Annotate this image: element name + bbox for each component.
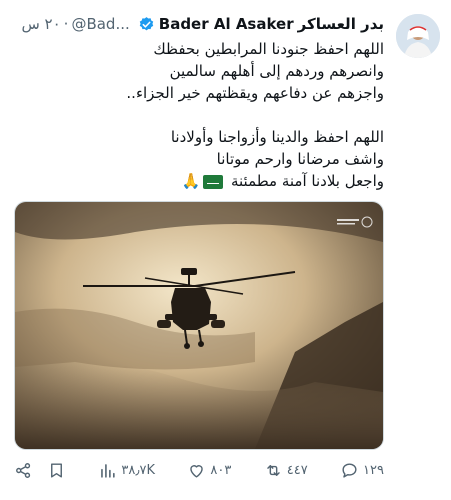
heart-icon [190,464,204,478]
saudi-flag-icon [203,174,224,189]
tweet-line: واشف مرضانا وارحم موتانا [216,150,384,168]
tweet-header: بدر العساكر Bader Al Asaker @Bad... · ٢٠… [21,13,384,35]
verified-badge-icon [138,16,155,33]
tweet-line-text: واجعل بلادنا آمنة مطمئنة [230,172,384,190]
tweet-text: اللهم احفظ جنودنا المرابطين بحفظك وانصره… [14,38,384,192]
like-count: ٨٠٣ [210,462,232,478]
author-name-arabic[interactable]: بدر العساكر [298,15,384,33]
author-handle[interactable]: @Bad... [71,15,129,33]
like-button[interactable]: ٨٠٣ [187,461,231,480]
views-button[interactable]: ٣٨٫٧K [98,461,155,480]
author-name-latin[interactable]: Bader Al Asaker [159,15,294,33]
tweet-line-last: واجعل بلادنا آمنة مطمئنة 🙏 [14,170,384,192]
tweet-line: واجزهم عن دفاعهم ويقظتهم خير الجزاء.. [126,84,384,102]
tweet-actions-bar: ١٢٩ ٤٤٧ ٨٠٣ ٣٨٫٧K [14,458,384,482]
reply-icon [342,462,357,478]
avatar[interactable] [396,14,440,58]
repost-count: ٤٤٧ [286,462,308,478]
bookmark-button[interactable] [47,461,66,480]
tweet-line: اللهم احفظ جنودنا المرابطين بحفظك [153,40,384,58]
actions-left-group [14,461,66,480]
tweet-card[interactable]: بدر العساكر Bader Al Asaker @Bad... · ٢٠… [0,0,451,500]
separator-dot: · [63,15,69,33]
views-count: ٣٨٫٧K [121,462,156,478]
repost-icon [266,464,280,476]
tweet-line: اللهم احفظ والدينا وأزواجنا وأولادنا [170,128,384,146]
tweet-media-image[interactable] [14,201,384,450]
avatar-image [396,14,440,58]
tweet-line: وانصرهم وردهم إلى أهلهم سالمين [169,62,384,80]
share-button[interactable] [14,461,33,480]
views-chart-icon [101,463,115,478]
reply-button[interactable]: ١٢٩ [340,461,384,480]
share-icon [16,462,31,478]
praying-hands-icon: 🙏 [181,172,201,190]
reply-count: ١٢٩ [363,462,384,478]
bookmark-icon [51,462,62,478]
tweet-timestamp[interactable]: ٢٠ س [21,15,60,33]
helicopter-photo [15,202,383,449]
repost-button[interactable]: ٤٤٧ [264,461,308,480]
